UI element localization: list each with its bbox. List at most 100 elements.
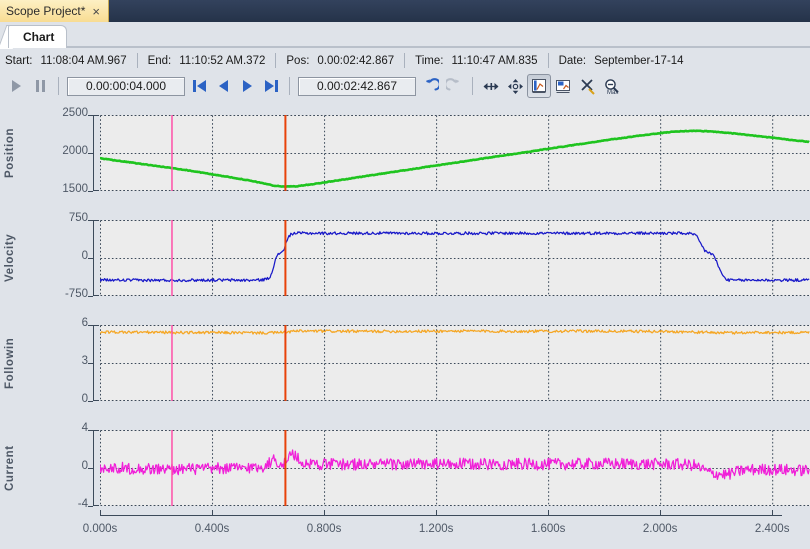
step-forward-button[interactable] [235,74,259,98]
info-pos-label: Pos: [286,54,310,67]
pan-button[interactable] [503,74,527,98]
redo-button[interactable] [442,74,466,98]
y-tick-position-0: 1500 [62,183,88,195]
info-date-value: September-17-14 [594,54,684,67]
document-tab-scope-project[interactable]: Scope Project* × [0,0,109,22]
info-end-label: End: [147,54,172,67]
toolbar-divider [289,77,290,95]
y-tick-current-2: 4 [81,422,88,434]
title-bar: Scope Project* × [0,0,810,22]
y-tick-following-error-2: 6 [81,317,88,329]
plot-position[interactable] [100,115,810,191]
y-tick-following-error-0: 0 [81,393,88,405]
tab-chart[interactable]: Chart [8,25,68,48]
axis-label-velocity: Velocity [4,233,16,283]
y-tickmark-velocity-2 [88,220,93,221]
y-axis-following-error [93,325,99,401]
series-current [100,449,810,481]
y-tickmark-following-error-0 [88,401,93,402]
step-back-icon [218,80,228,92]
info-divider [136,53,138,68]
chart-cursor-1-icon [532,79,546,93]
y-tickmark-current-2 [88,430,93,431]
y-tickmark-position-0 [88,191,93,192]
plot-following-error[interactable] [100,325,810,401]
y-tick-velocity-2: 750 [68,212,88,224]
step-back-button[interactable] [211,74,235,98]
info-pos: Pos: 0.00:02:42.867 [286,55,394,67]
skip-end-icon [264,80,278,92]
play-icon [11,80,21,92]
fit-horizontal-button[interactable] [479,74,503,98]
info-bar: Start: 11:08:04 AM.967 End: 11:10:52 AM.… [0,49,810,72]
info-start: Start: 11:08:04 AM.967 [5,55,127,67]
toolbar-divider [58,77,59,95]
duration-input[interactable]: 0.00:00:04.000 [67,76,185,96]
skip-to-end-button[interactable] [259,74,283,98]
y-tick-current-0: -4 [77,498,88,510]
position-input[interactable]: 0.00:02:42.867 [298,76,416,96]
x-tick-label-1: 0.400s [194,523,230,535]
info-start-value: 11:08:04 AM.967 [40,54,127,67]
chart-cursor-1-button[interactable] [527,74,551,98]
play-button[interactable] [4,74,28,98]
undo-button[interactable] [418,74,442,98]
y-tick-position-2: 2500 [62,107,88,119]
y-tickmark-velocity-1 [88,258,93,259]
close-icon[interactable]: × [92,5,100,18]
y-tickmark-following-error-1 [88,363,93,364]
x-tickmark-3 [436,510,438,515]
info-time-label: Time: [415,54,444,67]
x-tick-label-5: 2.000s [642,523,678,535]
x-tickmark-4 [548,510,550,515]
info-divider [547,53,549,68]
info-pos-value: 0.00:02:42.867 [317,54,395,67]
info-date-label: Date: [558,54,587,67]
pause-icon [35,80,45,92]
info-time: Time: 11:10:47 AM.835 [415,55,537,67]
plot-velocity[interactable] [100,220,810,296]
x-tickmark-5 [660,510,662,515]
x-tick-label-6: 2.400s [754,523,790,535]
clear-cursors-button[interactable] [575,74,599,98]
axis-label-following-error: Followin [4,337,16,389]
playback-toolbar: 0.00:00:04.000 0.00:02:42.867 Max [0,72,810,100]
series-position [100,129,810,189]
resize-horizontal-icon [483,82,498,90]
skip-to-start-button[interactable] [187,74,211,98]
y-axis-velocity [93,220,99,296]
info-divider [404,53,406,68]
x-tick-label-0: 0.000s [82,523,118,535]
move-arrows-icon [507,78,523,94]
info-divider [275,53,277,68]
y-tick-following-error-1: 3 [81,355,88,367]
series-velocity [100,231,810,283]
step-forward-icon [242,80,252,92]
clear-cursors-icon [580,78,595,95]
x-tickmark-1 [212,510,214,515]
zoom-max-button[interactable]: Max [599,74,623,98]
chart-canvas[interactable]: Position 1500 2000 2500 Velocity -750 0 750 Foll… [0,100,810,549]
chart-cursor-2-button[interactable] [551,74,575,98]
y-tick-position-1: 2000 [62,145,88,157]
info-end: End: 11:10:52 AM.372 [148,55,266,67]
y-tickmark-current-1 [88,468,93,469]
x-tickmark-6 [772,510,774,515]
info-start-label: Start: [5,54,33,67]
svg-text:Max: Max [607,90,618,96]
x-tickmark-2 [324,510,326,515]
y-tick-current-1: 0 [81,460,88,472]
x-tick-label-4: 1.600s [530,523,566,535]
info-time-value: 11:10:47 AM.835 [451,54,538,67]
pause-button[interactable] [28,74,52,98]
series-following-error [100,329,810,335]
x-tickmark-0 [100,510,101,515]
tab-chart-label: Chart [23,30,55,44]
zoom-max-icon: Max [604,78,619,96]
y-tickmark-current-0 [88,506,93,507]
axis-label-current: Current [4,445,16,491]
plot-current[interactable] [100,430,810,506]
y-tickmark-following-error-2 [88,325,93,326]
scope-application-window: Scope Project* × Chart Start: 11:08:04 A… [0,0,810,549]
x-axis [100,515,783,516]
